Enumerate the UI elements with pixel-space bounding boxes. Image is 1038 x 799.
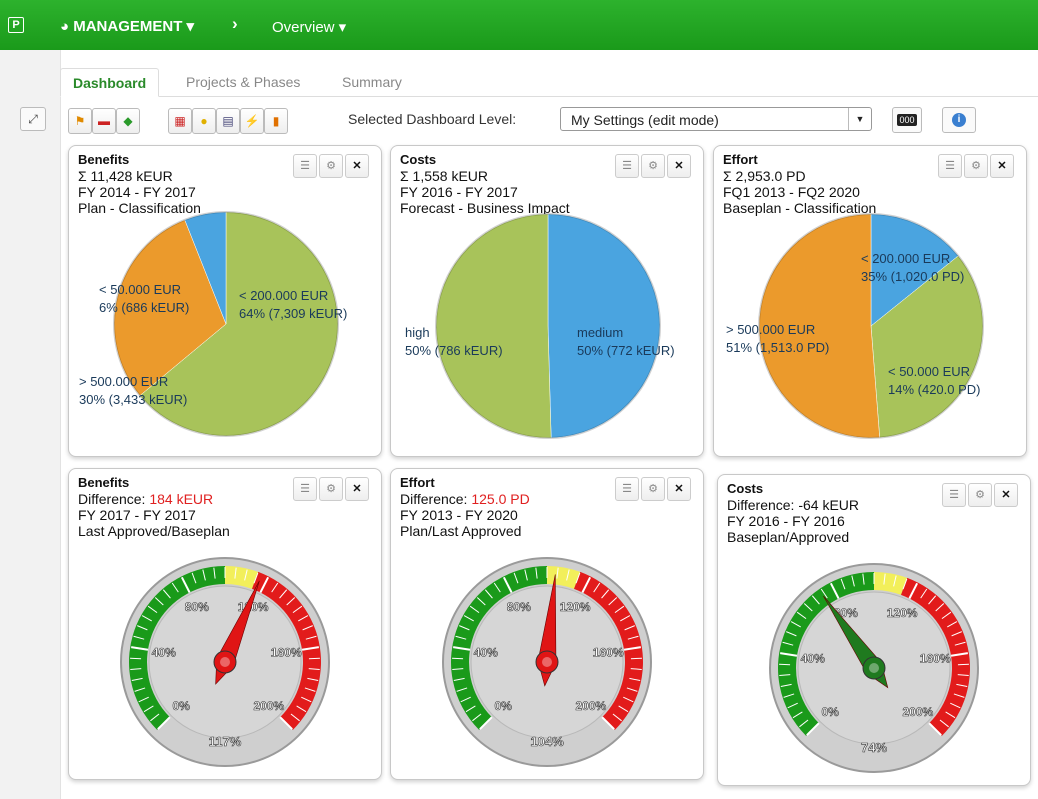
slice-value-label: 50% (772 kEUR) — [577, 343, 675, 358]
pie-chart: < 50.000 EUR 14% (420.0 PD) < 200.000 EUR 3… — [726, 213, 984, 439]
counter-button[interactable]: 000 — [892, 107, 922, 133]
info-icon: i — [952, 112, 966, 127]
gauge-tick-label: 160% — [271, 645, 302, 659]
dashboard-level-label: Selected Dashboard Level: — [348, 111, 517, 127]
gauge-value-label: 117% — [209, 734, 242, 749]
slice-value-label: 6% (686 kEUR) — [99, 300, 189, 315]
panel-benefits-classification: Benefits Σ 11,428 kEUR FY 2014 - FY 2017… — [68, 145, 382, 457]
gauge-hub-highlight — [220, 657, 230, 667]
slice-label: > 500.000 EUR — [726, 322, 815, 337]
pie-chart-icon: ◕ — [60, 18, 70, 35]
slice-label: < 200.000 EUR — [239, 288, 328, 303]
nav-management-menu[interactable]: ◕ MANAGEMENT ▾ — [60, 17, 194, 35]
gauge-chart: 0%40%80% 120%160%200%117% — [120, 557, 330, 767]
diamond-icon[interactable]: ◆ — [116, 108, 140, 134]
gauge-value-label: 74% — [861, 740, 887, 755]
gauge-tick-label: 120% — [887, 606, 918, 620]
gauge-tick-label: 160% — [593, 645, 624, 659]
nav-management-label: MANAGEMENT ▾ — [73, 18, 195, 35]
document-icon[interactable]: ▮ — [264, 108, 288, 134]
tab-summary[interactable]: Summary — [342, 74, 402, 90]
dashboard-level-select[interactable]: My Settings (edit mode) ▼ — [560, 107, 872, 131]
gauge-tick-label: 80% — [185, 600, 209, 614]
slice-label: > 500.000 EUR — [79, 374, 168, 389]
slice-label: < 50.000 EUR — [99, 282, 181, 297]
slice-label: high — [405, 325, 430, 340]
expand-icon[interactable]: ⤢ — [20, 107, 46, 131]
counter-icon: 000 — [897, 113, 917, 126]
panel-benefits-gauge: Benefits Difference: 184 kEUR FY 2017 - … — [68, 468, 382, 780]
info-button[interactable]: i — [942, 107, 976, 133]
gauge-hub-highlight — [869, 663, 879, 673]
gauge-tick-label: 0% — [494, 699, 512, 713]
pie-chart: medium 50% (772 kEUR) high 50% (786 kEUR) — [405, 213, 675, 439]
slice-value-label: 64% (7,309 kEUR) — [239, 306, 347, 321]
dashboard-level-value: My Settings (edit mode) — [571, 112, 719, 128]
gauge-tick-label: 200% — [902, 705, 933, 719]
gauge-tick-label: 200% — [253, 699, 284, 713]
chevron-right-icon: › — [232, 14, 238, 33]
gauge-chart: 0%40%80% 120%160%200%74% — [769, 563, 979, 773]
gauge-tick-label: 160% — [920, 651, 951, 665]
pie-chart: < 200.000 EUR 64% (7,309 kEUR) > 500.000 E… — [79, 211, 347, 437]
gauge-hub-highlight — [542, 657, 552, 667]
coins-icon[interactable]: ● — [192, 108, 216, 134]
tab-projects-phases[interactable]: Projects & Phases — [186, 74, 300, 90]
chevron-down-icon: ▼ — [848, 108, 871, 130]
slice-label: < 200.000 EUR — [861, 251, 950, 266]
slice-value-label: 50% (786 kEUR) — [405, 343, 503, 358]
gauge-tick-label: 0% — [821, 705, 839, 719]
nav-overview-menu[interactable]: Overview ▾ — [272, 18, 346, 36]
panel-effort-classification: Effort Σ 2,953.0 PD FQ1 2013 - FQ2 2020 … — [713, 145, 1027, 457]
bar-chart-icon[interactable]: ▬ — [92, 108, 116, 134]
app-logo[interactable]: P — [8, 17, 24, 33]
calculator-icon[interactable]: ▤ — [216, 108, 240, 134]
lightning-icon[interactable]: ⚡ — [240, 108, 264, 134]
hierarchy-icon[interactable]: ⚑ — [68, 108, 92, 134]
panel-effort-gauge: Effort Difference: 125.0 PD FY 2013 - FY… — [390, 468, 704, 780]
gauge-tick-label: 200% — [575, 699, 606, 713]
gauge-tick-label: 40% — [474, 645, 498, 659]
slice-value-label: 30% (3,433 kEUR) — [79, 392, 187, 407]
gauge-tick-label: 120% — [560, 600, 591, 614]
gauge-chart: 0% 40% 80% 120% 160% 200% 104% — [442, 557, 652, 767]
left-rail — [0, 50, 61, 799]
slice-label: < 50.000 EUR — [888, 364, 970, 379]
gauge-tick-label: 80% — [507, 600, 531, 614]
gauge-value-label: 104% — [530, 734, 564, 749]
calendar-icon[interactable]: ▦ — [168, 108, 192, 134]
panel-costs-gauge: Costs Difference: -64 kEUR FY 2016 - FY … — [717, 474, 1031, 786]
slice-value-label: 35% (1,020.0 PD) — [861, 269, 964, 284]
gauge-tick-label: 0% — [172, 699, 190, 713]
pie-slice[interactable] — [435, 213, 552, 439]
gauge-tick-label: 40% — [801, 651, 825, 665]
slice-value-label: 51% (1,513.0 PD) — [726, 340, 829, 355]
slice-value-label: 14% (420.0 PD) — [888, 382, 981, 397]
tab-dashboard[interactable]: Dashboard — [60, 68, 160, 97]
slice-label: medium — [577, 325, 623, 340]
tab-bar: Dashboard Projects & Phases Summary — [60, 68, 1038, 97]
panel-costs-business-impact: Costs Σ 1,558 kEUR FY 2016 - FY 2017 For… — [390, 145, 704, 457]
gauge-tick-label: 40% — [152, 645, 176, 659]
top-bar: P ◕ MANAGEMENT ▾ › Overview ▾ — [0, 0, 1038, 50]
